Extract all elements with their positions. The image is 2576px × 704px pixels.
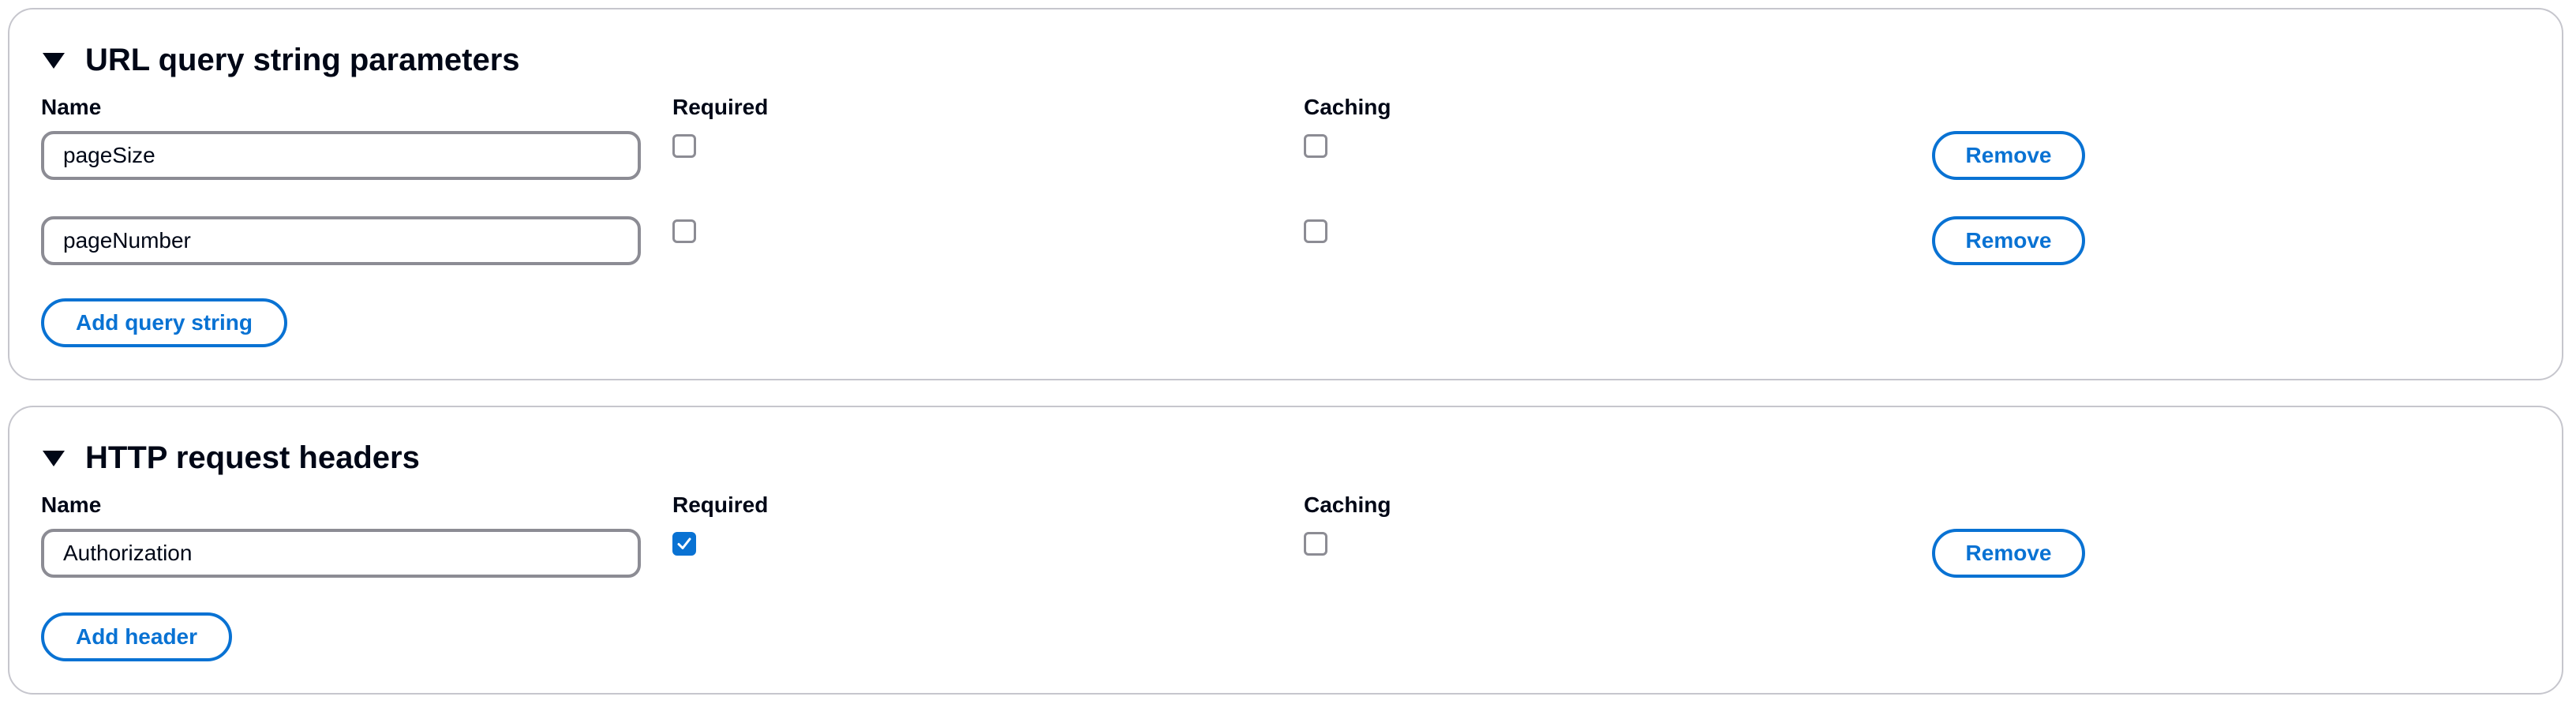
header-caching-checkbox[interactable] [1304, 532, 1327, 556]
query-string-caching-checkbox[interactable] [1304, 134, 1327, 158]
remove-query-string-button[interactable]: Remove [1932, 131, 2085, 180]
check-icon [677, 537, 691, 549]
query-string-panel-title: URL query string parameters [85, 42, 520, 77]
remove-header-button[interactable]: Remove [1932, 529, 2085, 578]
request-headers-panel: HTTP request headers Name Required Cachi… [8, 406, 2563, 695]
query-string-panel: URL query string parameters Name Require… [8, 8, 2563, 380]
query-string-name-input[interactable] [41, 216, 641, 265]
request-headers-panel-header[interactable]: HTTP request headers [43, 434, 420, 481]
name-column-label: Name [41, 95, 102, 119]
add-query-string-button[interactable]: Add query string [41, 298, 287, 347]
query-string-required-checkbox[interactable] [672, 134, 696, 158]
required-column-label: Required [672, 492, 769, 517]
query-string-panel-header[interactable]: URL query string parameters [43, 36, 520, 84]
caret-down-icon [43, 451, 65, 466]
query-string-caching-checkbox[interactable] [1304, 219, 1327, 243]
caret-down-icon [43, 53, 65, 69]
remove-query-string-button[interactable]: Remove [1932, 216, 2085, 265]
caching-column-label: Caching [1304, 492, 1391, 517]
header-required-checkbox[interactable] [672, 532, 696, 556]
name-column-label: Name [41, 492, 102, 517]
header-name-input[interactable] [41, 529, 641, 578]
caching-column-label: Caching [1304, 95, 1391, 119]
query-string-required-checkbox[interactable] [672, 219, 696, 243]
add-header-button[interactable]: Add header [41, 612, 232, 661]
required-column-label: Required [672, 95, 769, 119]
request-headers-panel-title: HTTP request headers [85, 440, 420, 475]
query-string-name-input[interactable] [41, 131, 641, 180]
